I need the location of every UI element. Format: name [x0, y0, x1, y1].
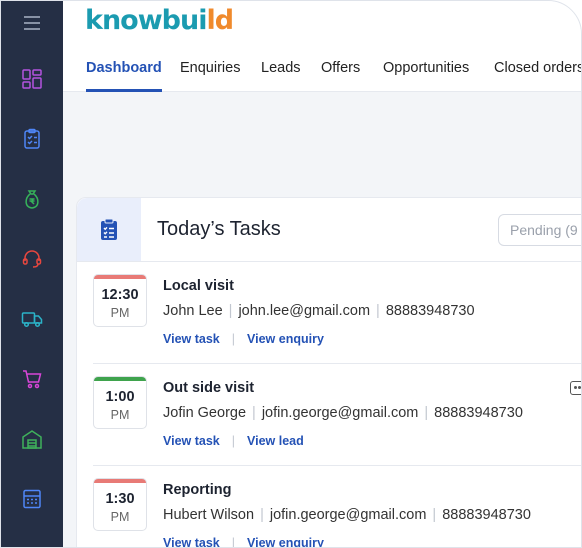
separator: | — [432, 507, 437, 523]
sidebar — [1, 1, 63, 547]
sidebar-item-reports[interactable] — [1, 469, 63, 529]
separator: | — [231, 332, 236, 346]
task-title: Out side visit — [163, 380, 255, 396]
task-links: View task | View enquiry — [163, 332, 324, 346]
tab-dashboard[interactable]: Dashboard — [86, 47, 162, 92]
tab-offers[interactable]: Offers — [321, 47, 360, 92]
contact-phone: 88883948730 — [385, 303, 475, 319]
clipboard-check-icon — [24, 128, 40, 149]
headset-icon — [22, 250, 42, 268]
separator: | — [228, 303, 233, 319]
task-title: Local visit — [163, 278, 234, 294]
sidebar-item-leads[interactable] — [1, 169, 63, 229]
card-icon-container — [77, 198, 141, 261]
sidebar-item-warehouse[interactable] — [1, 409, 63, 469]
contact-name: Jofin George — [163, 405, 247, 421]
task-time-badge: 1:30 PM — [93, 478, 147, 531]
sidebar-item-support[interactable] — [1, 229, 63, 289]
view-enquiry-link[interactable]: View enquiry — [247, 332, 324, 346]
tab-leads[interactable]: Leads — [261, 47, 301, 92]
contact-phone: 88883948730 — [442, 507, 531, 523]
tab-enquiries[interactable]: Enquiries — [180, 47, 240, 92]
sidebar-item-enquiries[interactable] — [1, 109, 63, 169]
truck-icon — [21, 312, 43, 328]
task-ampm: PM — [110, 408, 130, 422]
grid-icon — [22, 69, 42, 89]
contact-email: jofin.george@gmail.com — [269, 507, 427, 523]
view-enquiry-link[interactable]: View enquiry — [247, 536, 324, 547]
money-bag-rupee-icon — [25, 190, 39, 209]
task-ampm: PM — [110, 510, 130, 524]
task-time-badge: 1:00 PM — [93, 376, 147, 429]
task-time: 12:30 — [101, 287, 139, 303]
card-title: Today’s Tasks — [157, 218, 281, 240]
tab-closed-orders[interactable]: Closed orders — [494, 47, 581, 92]
clipboard-list-icon — [101, 218, 117, 240]
task-contact-info: John Lee | john.lee@gmail.com | 88883948730 — [163, 303, 475, 319]
view-task-link[interactable]: View task — [163, 434, 220, 448]
task-status-filter[interactable]: Pending (9 — [498, 214, 581, 246]
view-lead-link[interactable]: View lead — [247, 434, 304, 448]
task-ampm: PM — [110, 306, 130, 320]
task-item: 1:00 PM Out side visit Jofin George | jofi… — [93, 364, 581, 466]
warehouse-icon — [22, 430, 42, 449]
task-contact-info: Hubert Wilson | jofin.george@gmail.com | 888… — [163, 507, 531, 523]
task-contact-info: Jofin George | jofin.george@gmail.com | 8888… — [163, 405, 523, 421]
cart-icon — [23, 370, 42, 389]
sidebar-item-orders[interactable] — [1, 349, 63, 409]
separator: | — [231, 536, 236, 548]
menu-toggle-button[interactable] — [1, 1, 63, 45]
separator: | — [424, 405, 429, 421]
view-task-link[interactable]: View task — [163, 332, 220, 346]
tab-opportunities[interactable]: Opportunities — [383, 47, 469, 92]
app-logo[interactable]: knowbuild — [85, 5, 234, 36]
hamburger-icon — [24, 16, 40, 30]
task-time-badge: 12:30 PM — [93, 274, 147, 327]
task-time: 1:00 — [105, 389, 135, 405]
separator: | — [231, 434, 236, 448]
sidebar-item-delivery[interactable] — [1, 289, 63, 349]
task-item: 12:30 PM Local visit John Lee | john.lee@g… — [93, 262, 581, 364]
separator: | — [260, 507, 264, 523]
chat-icon[interactable] — [570, 381, 581, 395]
status-bar — [94, 275, 146, 279]
contact-phone: 88883948730 — [434, 405, 523, 421]
todays-tasks-card: Today’s Tasks Pending (9 12:30 PM Local … — [76, 197, 581, 548]
task-title: Reporting — [163, 482, 232, 498]
view-task-link[interactable]: View task — [163, 536, 220, 547]
top-bar: knowbuild — [63, 1, 581, 47]
calculator-icon — [23, 489, 41, 509]
task-item: 1:30 PM Reporting Hubert Wilson | jofin.ge… — [93, 466, 581, 548]
contact-email: jofin.george@gmail.com — [261, 405, 419, 421]
contact-name: Hubert Wilson — [163, 507, 255, 523]
contact-email: john.lee@gmail.com — [238, 303, 371, 319]
task-time: 1:30 — [105, 491, 135, 507]
separator: | — [376, 303, 380, 319]
sidebar-item-dashboard[interactable] — [1, 49, 63, 109]
separator: | — [252, 405, 256, 421]
app-window: knowbuild Dashboard Enquiries Leads Offe… — [0, 0, 582, 548]
main-nav-tabs: Dashboard Enquiries Leads Offers Opportu… — [63, 47, 581, 92]
task-links: View task | View lead — [163, 434, 304, 448]
task-links: View task | View enquiry — [163, 536, 324, 548]
status-bar — [94, 479, 146, 483]
contact-name: John Lee — [163, 303, 223, 319]
status-bar — [94, 377, 146, 381]
